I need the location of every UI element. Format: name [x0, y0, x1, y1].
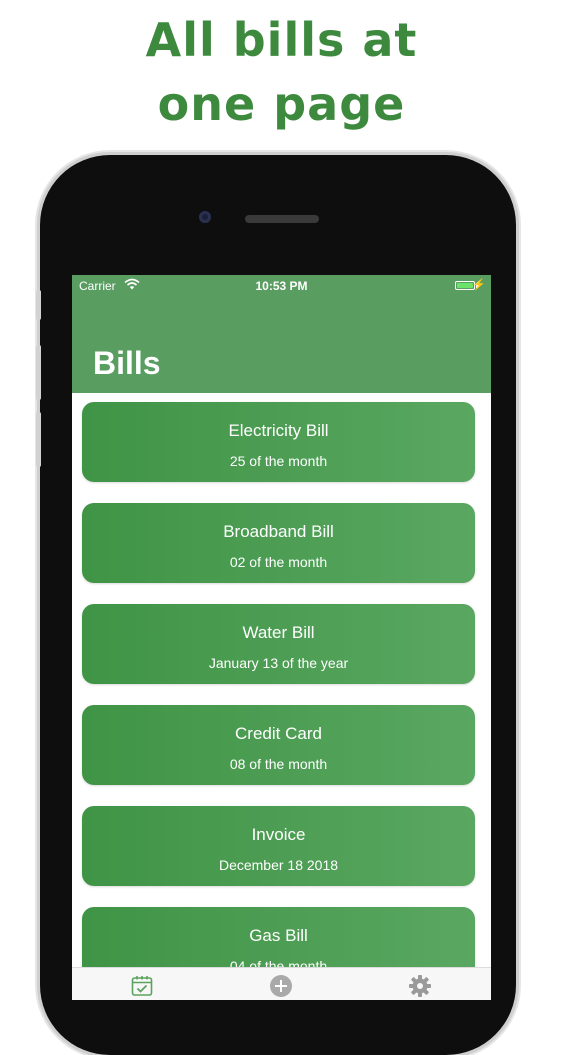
phone-volume-down: [36, 412, 41, 467]
headline-line-1: All bills at: [145, 13, 418, 67]
calendar-check-icon[interactable]: [130, 974, 154, 998]
page-title: Bills: [93, 345, 161, 381]
earpiece-speaker: [245, 215, 319, 223]
front-camera: [199, 211, 211, 223]
phone-volume-up: [36, 345, 41, 400]
promo-headline: All bills at one page: [0, 8, 563, 136]
bill-name: Broadband Bill: [223, 522, 334, 541]
bill-due-date: January 13 of the year: [208, 655, 349, 671]
tab-bar: [72, 967, 491, 1000]
bill-card[interactable]: Broadband Bill 02 of the month: [82, 503, 475, 583]
phone-mute-switch: [36, 290, 41, 320]
navigation-bar: Carrier 10:53 PM ⚡ Bills: [72, 275, 491, 393]
bill-name: Water Bill: [242, 623, 315, 642]
bill-card[interactable]: Invoice December 18 2018: [82, 806, 475, 886]
bill-name: Credit Card: [235, 724, 322, 743]
bill-card[interactable]: Water Bill January 13 of the year: [82, 604, 475, 684]
status-time: 10:53 PM: [255, 279, 308, 293]
bills-list[interactable]: Electricity Bill 25 of the month Broadba…: [82, 402, 475, 1000]
app-screen: Carrier 10:53 PM ⚡ Bills Electricity Bil…: [72, 275, 491, 1000]
status-bar: Carrier 10:53 PM ⚡: [72, 275, 491, 297]
charging-bolt-icon: ⚡: [472, 279, 486, 291]
plus-circle-icon[interactable]: [269, 974, 293, 998]
bill-due-date: 02 of the month: [229, 554, 328, 570]
bill-card[interactable]: Credit Card 08 of the month: [82, 705, 475, 785]
bill-due-date: December 18 2018: [218, 857, 339, 873]
bill-name: Invoice: [251, 825, 306, 844]
bill-card[interactable]: Electricity Bill 25 of the month: [82, 402, 475, 482]
bill-due-date: 08 of the month: [229, 756, 328, 772]
bill-name: Gas Bill: [249, 926, 308, 945]
gear-icon[interactable]: [408, 974, 432, 998]
bill-due-date: 25 of the month: [229, 453, 328, 469]
headline-line-2: one page: [157, 77, 406, 131]
bill-name: Electricity Bill: [228, 421, 329, 440]
